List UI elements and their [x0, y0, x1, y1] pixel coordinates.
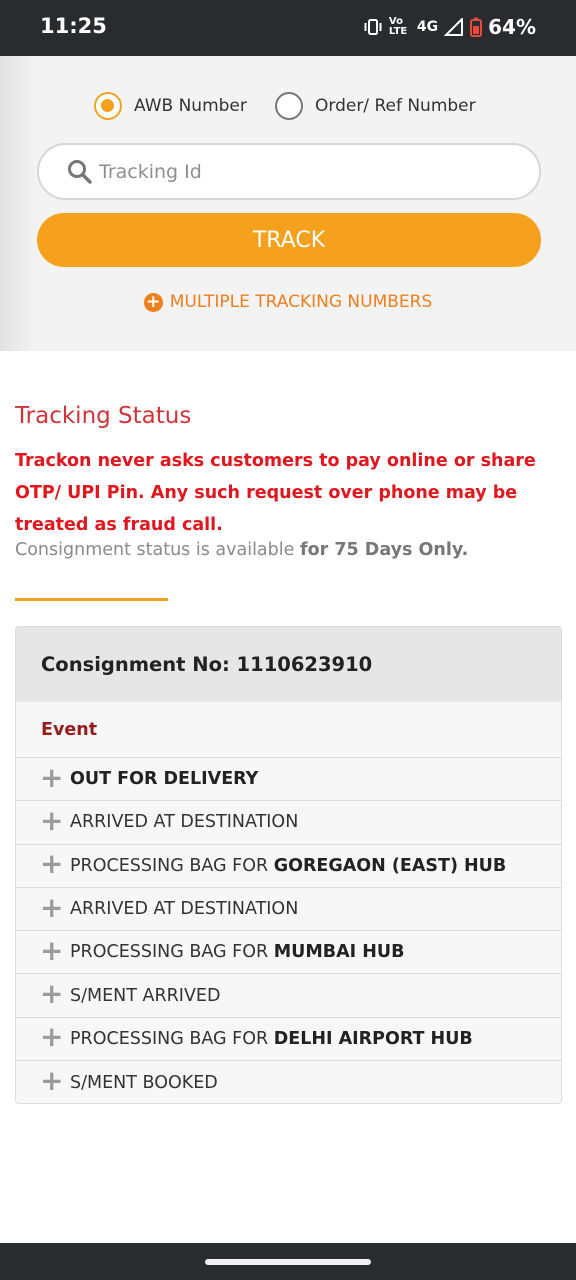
event-row[interactable]: + S/MENT BOOKED	[16, 1061, 561, 1103]
event-row[interactable]: + S/MENT ARRIVED	[16, 974, 561, 1018]
event-label: ARRIVED AT DESTINATION	[70, 812, 298, 832]
navigation-bar	[0, 1243, 576, 1280]
consignment-card: Consignment No: 1110623910 Event + OUT FO…	[15, 626, 562, 1104]
battery-icon	[470, 17, 483, 37]
multiple-tracking-link[interactable]: + MULTIPLE TRACKING NUMBERS	[0, 292, 576, 312]
status-bar: 11:25 Vo LTE 4G 64%	[0, 0, 576, 56]
event-text: S/MENT ARRIVED	[70, 985, 221, 1006]
section-divider	[15, 598, 168, 601]
battery-percent: 64%	[488, 15, 536, 39]
event-row[interactable]: + ARRIVED AT DESTINATION	[16, 801, 561, 845]
radio-order-ref-number[interactable]: Order/ Ref Number	[275, 92, 476, 120]
expand-plus-icon[interactable]: +	[40, 936, 70, 965]
expand-plus-icon[interactable]: +	[40, 1023, 70, 1051]
radio-order-ref-label: Order/ Ref Number	[315, 96, 476, 116]
multiple-tracking-label: MULTIPLE TRACKING NUMBERS	[169, 292, 433, 312]
search-mode-group: AWB Number Order/ Ref Number	[0, 92, 576, 122]
status-icons: Vo LTE 4G 64%	[363, 15, 536, 39]
event-text: PROCESSING BAG FOR	[70, 942, 274, 963]
event-row[interactable]: + ARRIVED AT DESTINATION	[16, 888, 561, 932]
expand-plus-icon[interactable]: +	[40, 850, 70, 878]
event-text: PROCESSING BAG FOR	[70, 855, 274, 876]
availability-note: Consignment status is available for 75 D…	[15, 540, 468, 560]
signal-icon	[444, 18, 464, 36]
event-row[interactable]: + PROCESSING BAG FOR MUMBAI HUB	[16, 931, 561, 975]
expand-plus-icon[interactable]: +	[40, 1067, 70, 1095]
expand-plus-icon[interactable]: +	[40, 893, 70, 922]
event-label: PROCESSING BAG FOR MUMBAI HUB	[70, 942, 404, 962]
radio-awb-label: AWB Number	[134, 96, 247, 116]
radio-selected-icon[interactable]	[94, 92, 122, 120]
fraud-warning: Trackon never asks customers to pay onli…	[15, 451, 536, 535]
radio-unselected-icon[interactable]	[275, 92, 303, 120]
availability-text: Consignment status is available	[15, 540, 295, 560]
event-text: ARRIVED AT DESTINATION	[70, 899, 299, 920]
track-button[interactable]: TRACK	[37, 213, 541, 267]
volte-indicator: Vo LTE	[388, 16, 408, 37]
expand-plus-icon[interactable]: +	[40, 980, 70, 1008]
availability-days: for 75 Days Only.	[299, 540, 469, 560]
home-gesture-handle[interactable]	[205, 1259, 371, 1265]
radio-awb-number[interactable]: AWB Number	[94, 92, 247, 120]
event-row[interactable]: + PROCESSING BAG FOR GOREGAON (EAST) HUB	[16, 845, 561, 888]
event-location: OUT FOR DELIVERY	[70, 769, 259, 790]
event-text: PROCESSING BAG FOR	[70, 1028, 274, 1049]
search-icon	[68, 159, 92, 184]
tracking-status-title: Tracking Status	[15, 403, 192, 429]
event-label: PROCESSING BAG FOR GOREGAON (EAST) HUB	[70, 856, 506, 876]
event-label: S/MENT ARRIVED	[70, 986, 220, 1006]
consignment-header: Consignment No: 1110623910	[16, 627, 561, 702]
event-list: + OUT FOR DELIVERY + ARRIVED AT DESTINATION…	[16, 758, 561, 1103]
expand-plus-icon[interactable]: +	[40, 763, 70, 792]
tracking-id-input[interactable]	[99, 160, 519, 183]
event-text: S/MENT BOOKED	[70, 1072, 218, 1093]
network-type: 4G	[416, 19, 439, 35]
event-label: ARRIVED AT DESTINATION	[70, 899, 298, 919]
event-location: MUMBAI HUB	[273, 942, 405, 963]
event-label: PROCESSING BAG FOR DELHI AIRPORT HUB	[70, 1029, 473, 1049]
expand-plus-icon[interactable]: +	[40, 806, 70, 835]
search-panel: AWB Number Order/ Ref Number TRACK + MUL…	[0, 56, 576, 351]
event-column-header: Event	[16, 702, 561, 758]
event-location: DELHI AIRPORT HUB	[273, 1028, 473, 1049]
add-circle-icon: +	[143, 292, 163, 312]
event-location: GOREGAON (EAST) HUB	[273, 855, 507, 876]
event-text: ARRIVED AT DESTINATION	[70, 812, 299, 833]
tracking-search-box[interactable]	[37, 143, 541, 200]
event-label: OUT FOR DELIVERY	[70, 769, 258, 789]
event-label: S/MENT BOOKED	[70, 1073, 218, 1093]
event-row[interactable]: + OUT FOR DELIVERY	[16, 758, 561, 802]
status-time: 11:25	[40, 14, 107, 38]
event-row[interactable]: + PROCESSING BAG FOR DELHI AIRPORT HUB	[16, 1018, 561, 1062]
vibrate-icon	[364, 19, 382, 35]
